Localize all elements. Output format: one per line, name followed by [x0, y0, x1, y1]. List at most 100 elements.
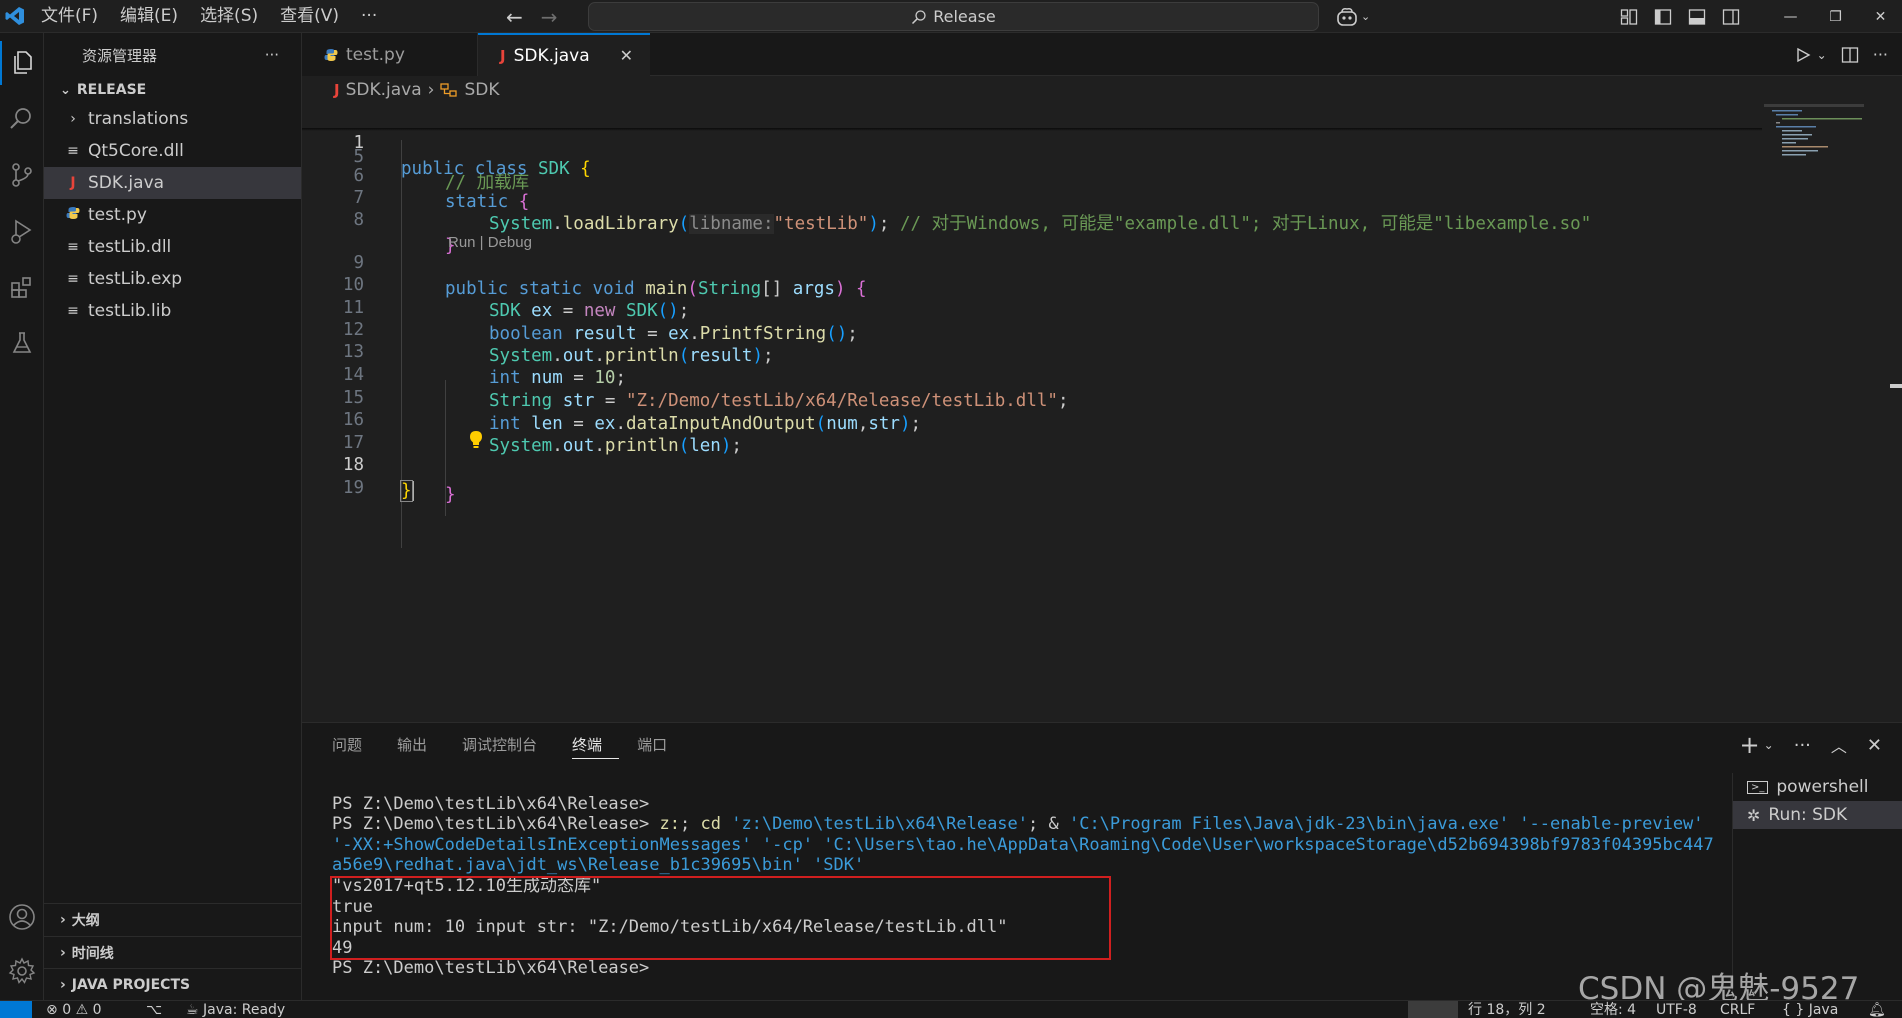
language-mode[interactable]: { } Java [1782, 1001, 1838, 1018]
minimize-icon[interactable]: — [1768, 9, 1813, 25]
code-editor[interactable]: 5 // 加载库 1 public class SDK { 6 static {… [302, 104, 1902, 722]
explorer-icon[interactable] [0, 41, 44, 85]
toggle-secondary-sidebar-icon[interactable] [1722, 8, 1740, 26]
encoding[interactable]: UTF-8 [1656, 1001, 1697, 1018]
sticky-scroll-line[interactable]: 1 public class SDK { [302, 104, 1762, 179]
cursor-position[interactable]: 行 18，列 2 [1468, 1001, 1546, 1018]
customize-layout-icon[interactable] [1620, 8, 1638, 26]
brace: } [445, 485, 456, 505]
tree-item-label: Qt5Core.dll [88, 141, 184, 161]
tree-item-testlib-dll[interactable]: ≡ testLib.dll [44, 231, 301, 263]
java-status[interactable]: ☕ Java: Ready [186, 1001, 285, 1018]
maximize-panel-chevron-up-icon[interactable]: ︿ [1831, 733, 1847, 757]
close-window-icon[interactable]: ✕ [1858, 9, 1902, 25]
forward-arrow-icon[interactable]: → [541, 5, 558, 29]
debug-bug-icon: ✲ [1747, 805, 1761, 825]
new-terminal-plus-icon[interactable]: + [1740, 731, 1760, 759]
folder-name: RELEASE [76, 82, 147, 98]
search-icon[interactable] [0, 97, 44, 141]
chevron-down-icon[interactable]: ⌄ [1817, 48, 1827, 62]
copilot-status-icon[interactable] [1408, 1001, 1458, 1018]
terminal-command: z: [659, 814, 680, 835]
account-icon[interactable] [0, 895, 44, 939]
tab-label: SDK.java [513, 45, 590, 66]
chevron-right-icon: › [427, 80, 435, 100]
more-actions-icon[interactable]: ··· [1794, 735, 1811, 756]
menu-view[interactable]: 查看(V) [269, 0, 350, 33]
indentation[interactable]: 空格: 4 [1590, 1001, 1636, 1018]
terminal-entry-powershell[interactable]: >_ powershell [1733, 773, 1902, 801]
tab-sdk-java[interactable]: J SDK.java ✕ [478, 33, 650, 76]
copilot-button[interactable]: ⌄ [1336, 0, 1370, 33]
terminal-prompt: PS Z:\Demo\testLib\x64\Release> [332, 814, 660, 835]
source-control-icon[interactable] [0, 153, 44, 197]
copilot-icon [1337, 7, 1357, 26]
menu-selection[interactable]: 选择(S) [189, 0, 269, 33]
breadcrumb-file[interactable]: SDK.java [346, 80, 422, 100]
settings-gear-icon[interactable] [0, 949, 44, 993]
python-icon [66, 206, 80, 224]
terminal-command: cd [700, 814, 721, 835]
tree-item-qt5core-dll[interactable]: ≡ Qt5Core.dll [44, 135, 301, 167]
extensions-icon[interactable] [0, 265, 44, 309]
sidebar-more-button[interactable]: ··· [265, 46, 279, 64]
outline-section[interactable]: › 大纲 [44, 904, 302, 936]
command-center-label: Release [933, 7, 996, 26]
chevron-right-icon: › [60, 976, 66, 993]
terminal-entry-run-sdk[interactable]: ✲ Run: SDK [1733, 801, 1902, 829]
sidebar-title: 资源管理器 [82, 46, 158, 65]
tab-terminal[interactable]: 终端 [572, 723, 620, 767]
line-number: 19 [342, 478, 364, 498]
tree-item-sdk-java[interactable]: J SDK.java [44, 167, 301, 199]
line-ending[interactable]: CRLF [1720, 1001, 1755, 1018]
tree-item-label: translations [88, 109, 189, 129]
tab-test-py[interactable]: test.py [302, 33, 478, 76]
restore-icon[interactable]: ❐ [1813, 9, 1858, 25]
tab-ports[interactable]: 端口 [637, 723, 684, 767]
brace: } [400, 480, 413, 502]
menu-more[interactable]: ··· [350, 0, 388, 33]
tree-item-test-py[interactable]: test.py [44, 199, 301, 231]
more-actions-icon[interactable]: ··· [1873, 45, 1888, 64]
timeline-section[interactable]: › 时间线 [44, 936, 302, 968]
split-editor-icon[interactable] [1841, 46, 1859, 64]
remote-indicator-icon[interactable] [0, 1001, 32, 1018]
chevron-right-icon: › [70, 111, 76, 127]
lines-icon: ≡ [67, 143, 79, 159]
tree-item-testlib-lib[interactable]: ≡ testLib.lib [44, 295, 301, 327]
java-icon: J [70, 175, 76, 191]
ports-icon[interactable]: ⌥ [146, 1001, 162, 1018]
close-tab-icon[interactable]: ✕ [620, 46, 633, 65]
testing-flask-icon[interactable] [0, 321, 44, 365]
errors-status[interactable]: ⊗ 0 ⚠ 0 [46, 1001, 102, 1018]
terminal-arg: 'z:\Demo\testLib\x64\Release' [720, 814, 1029, 835]
minimap[interactable] [1764, 104, 1864, 164]
tab-debug-console[interactable]: 调试控制台 [462, 723, 554, 767]
toggle-sidebar-icon[interactable] [1654, 8, 1672, 26]
window-controls: — ❐ ✕ [1768, 0, 1902, 33]
toggle-panel-icon[interactable] [1688, 8, 1706, 26]
notifications-bell-icon[interactable]: 🔔︎ [1868, 1001, 1886, 1018]
folder-release-header[interactable]: ⌄ RELEASE [44, 77, 301, 103]
chevron-down-icon[interactable]: ⌄ [1764, 738, 1774, 752]
java-projects-section[interactable]: › JAVA PROJECTS [44, 968, 302, 1000]
search-icon [912, 9, 926, 24]
close-panel-icon[interactable]: ✕ [1867, 735, 1882, 756]
tab-output[interactable]: 输出 [397, 723, 444, 767]
back-arrow-icon[interactable]: ← [506, 5, 523, 29]
tree-item-testlib-exp[interactable]: ≡ testLib.exp [44, 263, 301, 295]
command-center[interactable]: Release [588, 2, 1319, 31]
layout-controls [1620, 0, 1740, 33]
run-debug-icon[interactable] [0, 209, 44, 253]
code-line-19: 19 [302, 449, 1762, 498]
tree-item-label: SDK.java [88, 173, 165, 193]
tree-item-translations[interactable]: › translations [44, 103, 301, 135]
menu-edit[interactable]: 编辑(E) [109, 0, 189, 33]
tab-problems[interactable]: 问题 [332, 723, 379, 767]
sidebar-bottom-sections: › 大纲 › 时间线 › JAVA PROJECTS [44, 903, 302, 1000]
breadcrumb-symbol[interactable]: SDK [464, 80, 499, 100]
menu-file[interactable]: 文件(F) [30, 0, 109, 33]
lines-icon: ≡ [67, 303, 79, 319]
text-cursor [411, 481, 414, 501]
run-icon[interactable] [1795, 47, 1811, 63]
